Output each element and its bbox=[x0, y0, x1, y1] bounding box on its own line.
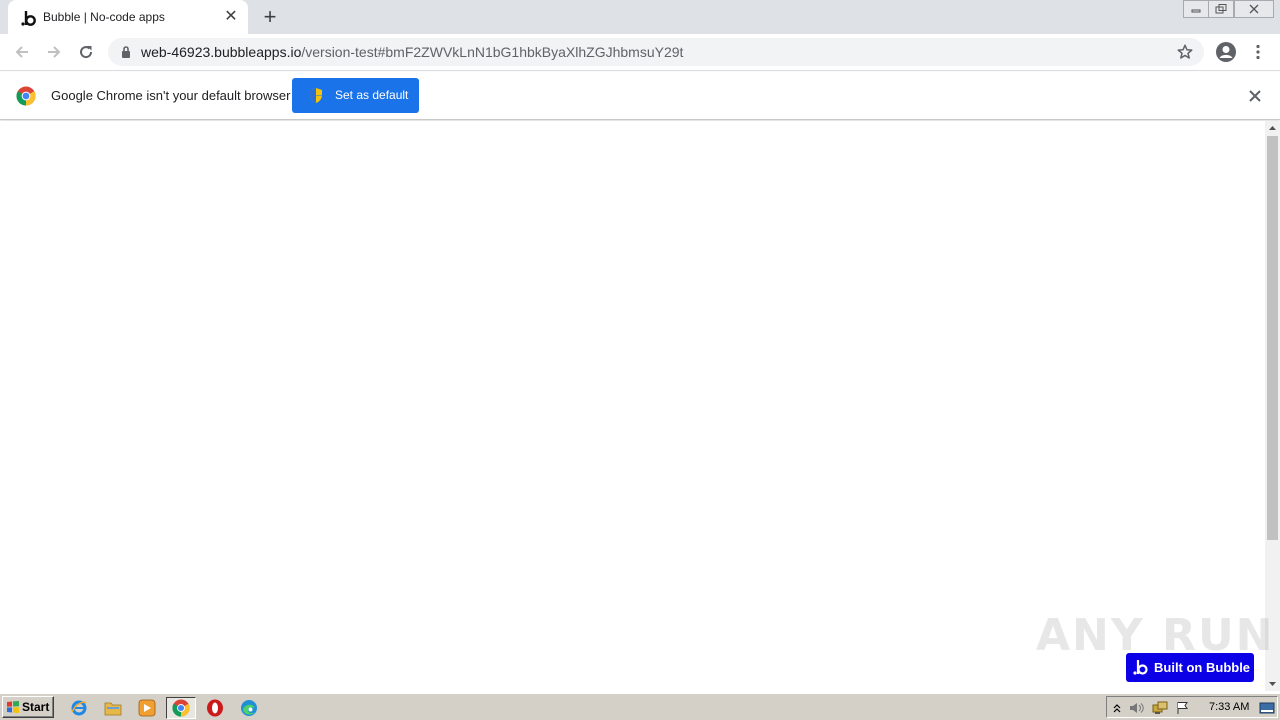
taskbar-ie-button[interactable] bbox=[68, 697, 90, 719]
tray-expand-icon bbox=[1113, 704, 1121, 713]
restore-icon bbox=[1215, 4, 1227, 14]
speaker-icon bbox=[1130, 703, 1144, 713]
bookmark-star-icon[interactable] bbox=[1176, 43, 1194, 61]
back-arrow-icon bbox=[15, 46, 28, 58]
page-content bbox=[0, 121, 1265, 691]
set-as-default-label: Set as default bbox=[335, 88, 409, 102]
url-host: web-46923.bubbleapps.io bbox=[141, 44, 302, 60]
set-as-default-button[interactable]: Set as default bbox=[292, 78, 419, 113]
bubble-b-icon bbox=[21, 11, 36, 26]
infobar-close-icon[interactable] bbox=[1246, 87, 1264, 105]
show-hidden-icons-button[interactable] bbox=[1109, 700, 1125, 716]
taskbar-clock[interactable]: 7:33 AM bbox=[1209, 701, 1249, 713]
browser-toolbar: web-46923.bubbleapps.io/version-test#bmF… bbox=[0, 34, 1280, 71]
uac-shield-icon bbox=[310, 88, 322, 103]
browser-tab[interactable]: Bubble | No-code apps ✕ bbox=[8, 0, 248, 34]
network-icon bbox=[1152, 701, 1168, 714]
profile-avatar-icon bbox=[1216, 42, 1236, 62]
address-bar[interactable]: web-46923.bubbleapps.io/version-test#bmF… bbox=[108, 38, 1204, 66]
infobar-message: Google Chrome isn't your default browser bbox=[51, 88, 291, 103]
opera-icon bbox=[207, 699, 223, 717]
system-tray: 7:33 AM bbox=[1106, 696, 1278, 718]
minimize-icon bbox=[1191, 9, 1201, 13]
kebab-menu-icon bbox=[1256, 44, 1260, 60]
default-browser-infobar: Google Chrome isn't your default browser… bbox=[0, 72, 1280, 120]
start-button[interactable]: Start bbox=[2, 696, 54, 718]
action-center-button[interactable] bbox=[1175, 700, 1191, 716]
reload-button[interactable] bbox=[74, 40, 98, 64]
url-text[interactable]: web-46923.bubbleapps.io/version-test#bmF… bbox=[141, 44, 683, 60]
built-on-bubble-badge[interactable]: Built on Bubble bbox=[1126, 653, 1254, 682]
flag-icon bbox=[1177, 702, 1188, 714]
built-on-bubble-label: Built on Bubble bbox=[1154, 660, 1251, 675]
taskbar-media-player-button[interactable] bbox=[136, 697, 158, 719]
volume-button[interactable] bbox=[1129, 700, 1145, 716]
scroll-down-icon[interactable] bbox=[1265, 677, 1280, 691]
tab-close-icon[interactable]: ✕ bbox=[222, 8, 240, 26]
bubble-logo-icon bbox=[1133, 660, 1148, 675]
tab-title: Bubble | No-code apps bbox=[43, 10, 165, 24]
back-button[interactable] bbox=[10, 40, 34, 64]
taskbar-explorer-button[interactable] bbox=[102, 697, 124, 719]
show-desktop-button[interactable] bbox=[1259, 700, 1275, 716]
window-close-button[interactable] bbox=[1234, 0, 1274, 18]
chrome-icon bbox=[172, 699, 190, 717]
reload-icon bbox=[80, 46, 93, 59]
lock-icon[interactable] bbox=[120, 45, 132, 59]
restore-button[interactable] bbox=[1208, 0, 1234, 18]
tab-strip: Bubble | No-code apps ✕ + bbox=[0, 0, 1280, 34]
menu-button[interactable] bbox=[1246, 40, 1270, 64]
url-path: /version-test#bmF2ZWVkLnN1bG1hbkByaXlhZG… bbox=[301, 44, 684, 60]
ie-icon bbox=[71, 700, 87, 716]
taskbar-edge-button[interactable] bbox=[238, 697, 260, 719]
edge-icon bbox=[241, 700, 257, 716]
chrome-logo-icon bbox=[16, 86, 36, 106]
vertical-scrollbar[interactable] bbox=[1265, 121, 1280, 691]
taskbar-chrome-button[interactable] bbox=[166, 697, 196, 719]
taskbar-opera-button[interactable] bbox=[204, 697, 226, 719]
media-player-icon bbox=[138, 699, 156, 717]
windows-flag-icon bbox=[7, 701, 19, 713]
network-button[interactable] bbox=[1152, 700, 1168, 716]
new-tab-button[interactable]: + bbox=[258, 6, 282, 30]
profile-button[interactable] bbox=[1214, 40, 1238, 64]
forward-button[interactable] bbox=[42, 40, 66, 64]
show-desktop-icon bbox=[1259, 702, 1275, 714]
explorer-folder-icon bbox=[104, 702, 122, 716]
start-label: Start bbox=[22, 700, 50, 714]
screen: Bubble | No-code apps ✕ + web-46923.bubb… bbox=[0, 0, 1280, 720]
windows-taskbar: Start 7:33 AM bbox=[0, 693, 1280, 720]
scroll-up-icon[interactable] bbox=[1265, 121, 1280, 135]
window-close-icon bbox=[1249, 4, 1259, 14]
scroll-thumb[interactable] bbox=[1267, 136, 1278, 540]
minimize-button[interactable] bbox=[1183, 0, 1209, 18]
forward-arrow-icon bbox=[48, 46, 61, 58]
